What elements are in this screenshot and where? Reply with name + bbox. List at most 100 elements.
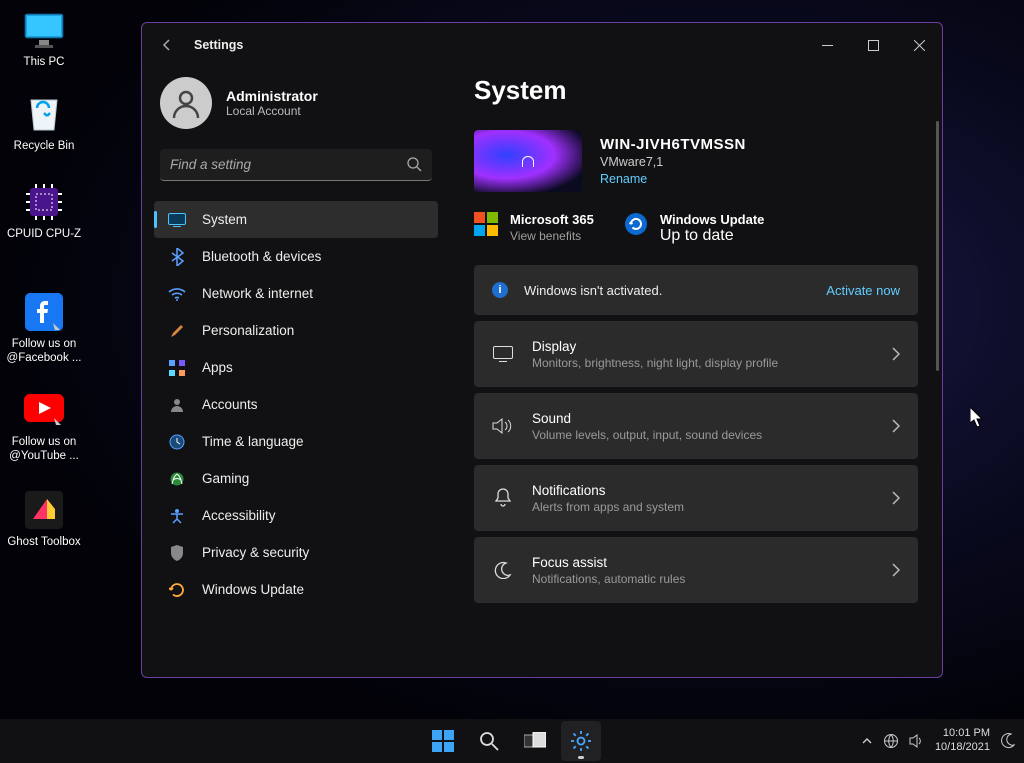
desktop-icon-cpuz[interactable]: CPUID CPU-Z (6, 180, 82, 241)
device-model: VMware7,1 (600, 155, 746, 169)
network-tray-icon[interactable] (883, 733, 899, 749)
nav-item-accessibility[interactable]: Accessibility (154, 497, 438, 534)
update-icon (168, 582, 186, 598)
titlebar: Settings (142, 23, 942, 67)
chevron-right-icon (892, 419, 900, 433)
setting-display[interactable]: Display Monitors, brightness, night light… (474, 321, 918, 387)
setting-sound[interactable]: SoundVolume levels, output, input, sound… (474, 393, 918, 459)
taskbar-date: 10/18/2021 (935, 741, 990, 755)
activate-link[interactable]: Activate now (826, 283, 900, 298)
setting-title: Sound (532, 411, 892, 426)
facebook-icon (22, 290, 66, 334)
volume-tray-icon[interactable] (909, 734, 925, 748)
desktop-icon-this-pc[interactable]: This PC (6, 8, 82, 69)
nav-label: Accounts (202, 397, 258, 412)
promo-update[interactable]: Windows UpdateUp to date (624, 212, 765, 245)
accessibility-icon (168, 508, 186, 524)
desktop-icon-facebook[interactable]: Follow us on @Facebook ... (6, 290, 82, 366)
nav-label: Network & internet (202, 286, 313, 301)
taskbar: 10:01 PM 10/18/2021 (0, 719, 1024, 763)
taskbar-time: 10:01 PM (935, 727, 990, 741)
monitor-icon (22, 8, 66, 52)
minimize-button[interactable] (804, 23, 850, 67)
user-name: Administrator (226, 88, 318, 104)
user-block[interactable]: Administrator Local Account (160, 77, 432, 129)
display-icon (492, 346, 514, 362)
nav-item-update[interactable]: Windows Update (154, 571, 438, 608)
desktop-icon-youtube[interactable]: Follow us on @YouTube ... (6, 388, 82, 464)
device-card: WIN-JIVH6TVMSSN VMware7,1 Rename (474, 130, 918, 192)
alert-text: Windows isn't activated. (524, 283, 826, 298)
nav-item-network[interactable]: Network & internet (154, 275, 438, 312)
recycle-bin-icon (22, 92, 66, 136)
setting-title: Display (532, 339, 892, 354)
wifi-icon (168, 287, 186, 301)
taskview-button[interactable] (515, 721, 555, 761)
scrollbar[interactable] (936, 121, 939, 371)
setting-focus-assist[interactable]: Focus assistNotifications, automatic rul… (474, 537, 918, 603)
promo-sub: View benefits (510, 229, 594, 243)
bluetooth-icon (168, 248, 186, 266)
brush-icon (168, 323, 186, 339)
nav-item-privacy[interactable]: Privacy & security (154, 534, 438, 571)
person-icon (168, 397, 186, 413)
back-button[interactable] (160, 38, 174, 52)
nav-label: System (202, 212, 247, 227)
nav-item-time[interactable]: Time & language (154, 423, 438, 460)
desktop-icon-label: CPUID CPU-Z (6, 227, 82, 241)
search-button[interactable] (469, 721, 509, 761)
nav-label: Windows Update (202, 582, 304, 597)
user-sub: Local Account (226, 104, 318, 118)
nav-label: Gaming (202, 471, 249, 486)
shield-icon (168, 545, 186, 561)
clock-icon (168, 434, 186, 450)
desktop-icon-ghost-toolbox[interactable]: Ghost Toolbox (6, 488, 82, 549)
chevron-right-icon (892, 347, 900, 361)
nav-label: Time & language (202, 434, 304, 449)
avatar (160, 77, 212, 129)
system-tray[interactable]: 10:01 PM 10/18/2021 (861, 727, 1016, 755)
nav-item-bluetooth[interactable]: Bluetooth & devices (154, 238, 438, 275)
promo-title: Windows Update (660, 212, 765, 227)
apps-icon (168, 360, 186, 376)
system-icon (168, 213, 186, 227)
promo-m365[interactable]: Microsoft 365View benefits (474, 212, 594, 245)
desktop-icon-recycle-bin[interactable]: Recycle Bin (6, 92, 82, 153)
setting-sub: Monitors, brightness, night light, displ… (532, 356, 892, 370)
maximize-button[interactable] (850, 23, 896, 67)
start-button[interactable] (423, 721, 463, 761)
nav-item-gaming[interactable]: Gaming (154, 460, 438, 497)
desktop-icon-label: Ghost Toolbox (6, 535, 82, 549)
settings-taskbar-button[interactable] (561, 721, 601, 761)
nav-label: Privacy & security (202, 545, 309, 560)
taskbar-clock[interactable]: 10:01 PM 10/18/2021 (935, 727, 990, 755)
search-icon (407, 157, 422, 172)
page-title: System (474, 75, 918, 106)
activation-alert[interactable]: i Windows isn't activated. Activate now (474, 265, 918, 315)
desktop-icon-label: Follow us on @Facebook ... (6, 337, 82, 366)
update-circle-icon (624, 212, 648, 236)
setting-notifications[interactable]: NotificationsAlerts from apps and system (474, 465, 918, 531)
close-button[interactable] (896, 23, 942, 67)
nav-label: Personalization (202, 323, 294, 338)
nav-item-apps[interactable]: Apps (154, 349, 438, 386)
search-input[interactable] (160, 149, 432, 181)
sidebar: Administrator Local Account System Bluet… (142, 67, 450, 677)
notification-tray-icon[interactable] (1000, 733, 1016, 749)
nav-list: System Bluetooth & devices Network & int… (154, 201, 438, 608)
chevron-right-icon (892, 563, 900, 577)
setting-sub: Alerts from apps and system (532, 500, 892, 514)
nav-item-accounts[interactable]: Accounts (154, 386, 438, 423)
setting-sub: Notifications, automatic rules (532, 572, 892, 586)
nav-item-system[interactable]: System (154, 201, 438, 238)
nav-label: Bluetooth & devices (202, 249, 321, 264)
box-icon (22, 488, 66, 532)
chevron-right-icon (892, 491, 900, 505)
moon-icon (492, 561, 514, 579)
rename-link[interactable]: Rename (600, 172, 746, 186)
chip-icon (22, 180, 66, 224)
tray-chevron-icon[interactable] (861, 735, 873, 747)
desktop-icon-label: Recycle Bin (6, 139, 82, 153)
nav-item-personalization[interactable]: Personalization (154, 312, 438, 349)
sound-icon (492, 417, 514, 435)
